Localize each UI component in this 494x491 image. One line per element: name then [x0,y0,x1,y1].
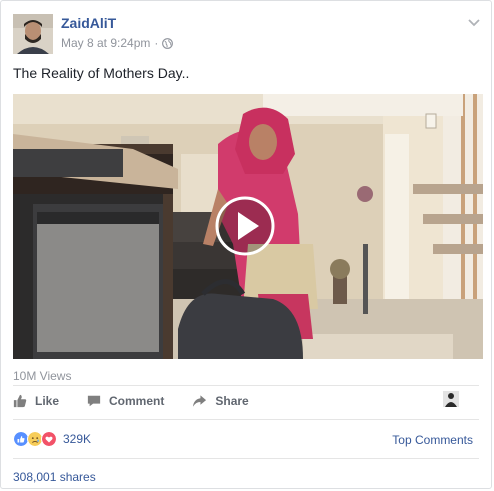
post-timestamp[interactable]: May 8 at 9:24pm [61,36,150,50]
like-button[interactable]: Like [13,394,59,408]
share-icon [193,395,207,407]
comment-label: Comment [109,394,165,408]
comment-button[interactable]: Comment [87,394,164,408]
reaction-count[interactable]: 329K [63,432,91,446]
share-button[interactable]: Share [192,394,249,408]
post-card: ZaidAliT May 8 at 9:24pm · The Reality o… [0,0,492,489]
post-meta: May 8 at 9:24pm · [61,36,174,50]
author-avatar[interactable] [13,14,53,54]
top-comments-link[interactable]: Top Comments [392,433,473,447]
divider [13,419,479,420]
divider [13,458,479,459]
author-name[interactable]: ZaidAliT [61,15,116,31]
play-icon[interactable] [215,196,275,256]
love-reaction-icon [41,431,57,447]
reactions-summary[interactable]: 329K [13,431,91,447]
comment-icon [87,395,101,407]
view-count: 10M Views [13,369,72,383]
share-label: Share [215,394,249,408]
viewer-avatar[interactable] [443,391,459,407]
globe-icon [162,37,174,49]
thumbs-up-icon [13,394,27,408]
shares-count[interactable]: 308,001 shares [13,470,96,484]
post-text: The Reality of Mothers Day.. [13,65,190,81]
like-label: Like [35,394,60,408]
chevron-down-icon[interactable] [467,15,481,27]
meta-separator: · [154,36,159,50]
action-bar: Like Comment Share [13,385,479,417]
video-player[interactable] [13,94,483,359]
